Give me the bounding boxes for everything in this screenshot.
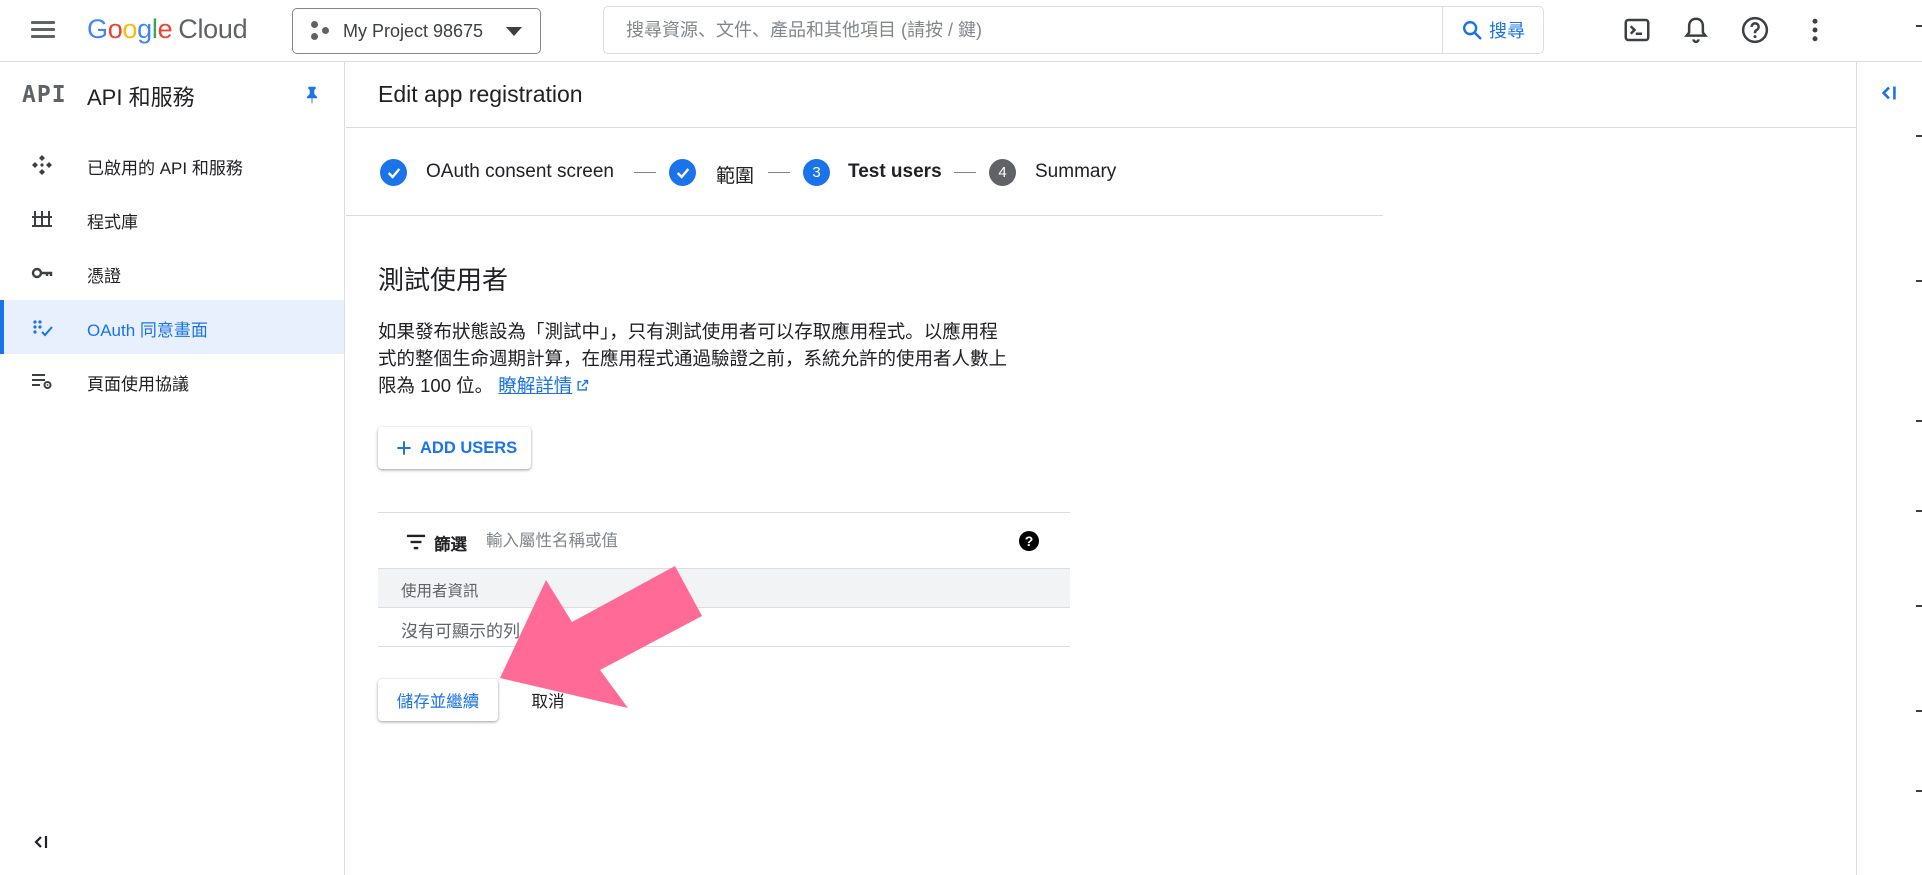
cancel-button[interactable]: 取消 (515, 679, 581, 721)
expand-panel-icon[interactable] (1876, 80, 1902, 106)
search-icon (1463, 21, 1482, 40)
collapse-sidebar-icon[interactable] (30, 830, 54, 854)
learn-more-link[interactable]: 瞭解詳情 (498, 375, 572, 396)
project-name: My Project 98675 (343, 20, 484, 41)
description-line-1: 如果發布狀態設為「測試中」，只有測試使用者可以存取應用程式。以應用程 (378, 321, 998, 342)
filter-bar: 篩選 ? (378, 512, 1070, 568)
step-2-label[interactable]: 範圍 (716, 161, 754, 188)
step-3-label[interactable]: Test users (848, 161, 942, 183)
key-icon (31, 267, 53, 279)
step-separator (768, 172, 790, 173)
stepper: OAuth consent screen 範圍 3 Test users 4 S… (346, 128, 1383, 216)
description-line-3: 限為 100 位。 (378, 375, 494, 396)
menu-icon[interactable] (30, 17, 56, 43)
page-agreement-icon (32, 374, 52, 389)
right-panel-rail (1856, 62, 1922, 875)
search-input[interactable] (604, 7, 1442, 53)
chevron-down-icon (506, 27, 522, 36)
search-button-label: 搜尋 (1489, 21, 1525, 41)
plus-icon (397, 441, 411, 455)
sidebar-title: API 和服務 (87, 85, 195, 110)
top-bar: Google Cloud My Project 98675 搜尋 (0, 0, 1922, 62)
save-and-continue-button[interactable]: 儲存並繼續 (378, 679, 498, 721)
filter-input[interactable] (486, 525, 966, 557)
page-title: Edit app registration (378, 81, 583, 107)
search-bar: 搜尋 (603, 6, 1544, 54)
scroll-edge-marks (1914, 0, 1922, 875)
filter-icon[interactable] (405, 532, 427, 552)
table-empty-row: 沒有可顯示的列 (378, 608, 1070, 647)
project-icon (309, 20, 331, 42)
more-vert-icon[interactable] (1800, 15, 1830, 45)
add-users-label: ADD USERS (420, 438, 518, 457)
step-1-check-icon (380, 159, 407, 186)
column-header-user-info[interactable]: 使用者資訊 (401, 579, 479, 601)
description-line-3-row: 限為 100 位。 瞭解詳情 (378, 372, 1078, 399)
step-3-number: 3 (803, 159, 830, 186)
step-4-label[interactable]: Summary (1035, 161, 1116, 183)
help-icon[interactable]: ? (1019, 531, 1039, 551)
sidebar-item-oauth-consent[interactable]: OAuth 同意畫面 (0, 300, 344, 354)
description: 如果發布狀態設為「測試中」，只有測試使用者可以存取應用程式。以應用程 式的整個生… (378, 318, 1078, 399)
section-title: 測試使用者 (378, 265, 509, 295)
description-line-2: 式的整個生命週期計算，在應用程式通過驗證之前，系統允許的使用者人數上 (378, 348, 1008, 369)
search-button[interactable]: 搜尋 (1442, 7, 1543, 53)
api-enabled-icon (32, 155, 52, 175)
sidebar-item-label: 頁面使用協議 (87, 375, 189, 394)
sidebar-item-credentials[interactable]: 憑證 (0, 246, 344, 300)
empty-message: 沒有可顯示的列 (401, 622, 520, 641)
sidebar-item-label: OAuth 同意畫面 (87, 321, 208, 340)
api-logo: API (22, 82, 67, 108)
external-link-icon (577, 379, 589, 391)
step-4-number: 4 (989, 159, 1016, 186)
step-separator (634, 172, 656, 173)
oauth-consent-icon (33, 320, 53, 337)
google-cloud-logo[interactable]: Google Cloud (87, 14, 248, 45)
sidebar-item-label: 憑證 (87, 267, 121, 286)
step-2-check-icon (669, 159, 696, 186)
main-header: Edit app registration (346, 62, 1856, 128)
sidebar-item-label: 程式庫 (87, 213, 138, 232)
sidebar-item-enabled-apis[interactable]: 已啟用的 API 和服務 (0, 138, 344, 192)
project-selector[interactable]: My Project 98675 (292, 8, 541, 54)
logo-cloud-text: Cloud (178, 14, 248, 44)
step-separator (954, 172, 976, 173)
table-header: 使用者資訊 (378, 568, 1070, 608)
sidebar-item-library[interactable]: 程式庫 (0, 192, 344, 246)
sidebar-item-page-agreements[interactable]: 頁面使用協議 (0, 354, 344, 408)
help-circle-icon[interactable] (1740, 15, 1770, 45)
filter-label: 篩選 (434, 536, 467, 554)
learn-more-label: 瞭解詳情 (498, 375, 573, 396)
add-users-button[interactable]: ADD USERS (378, 427, 531, 469)
logo-google-text: Google (87, 14, 173, 44)
pin-icon[interactable] (301, 84, 323, 106)
bell-icon[interactable] (1681, 15, 1711, 45)
sidebar-header: API API 和服務 (0, 62, 344, 128)
step-1-label[interactable]: OAuth consent screen (426, 161, 614, 183)
sidebar: API API 和服務 已啟用的 API 和服務 程式庫 憑證 OAuth 同意… (0, 62, 345, 875)
terminal-icon[interactable] (1622, 15, 1652, 45)
sidebar-item-label: 已啟用的 API 和服務 (87, 159, 243, 178)
library-icon (32, 211, 52, 227)
